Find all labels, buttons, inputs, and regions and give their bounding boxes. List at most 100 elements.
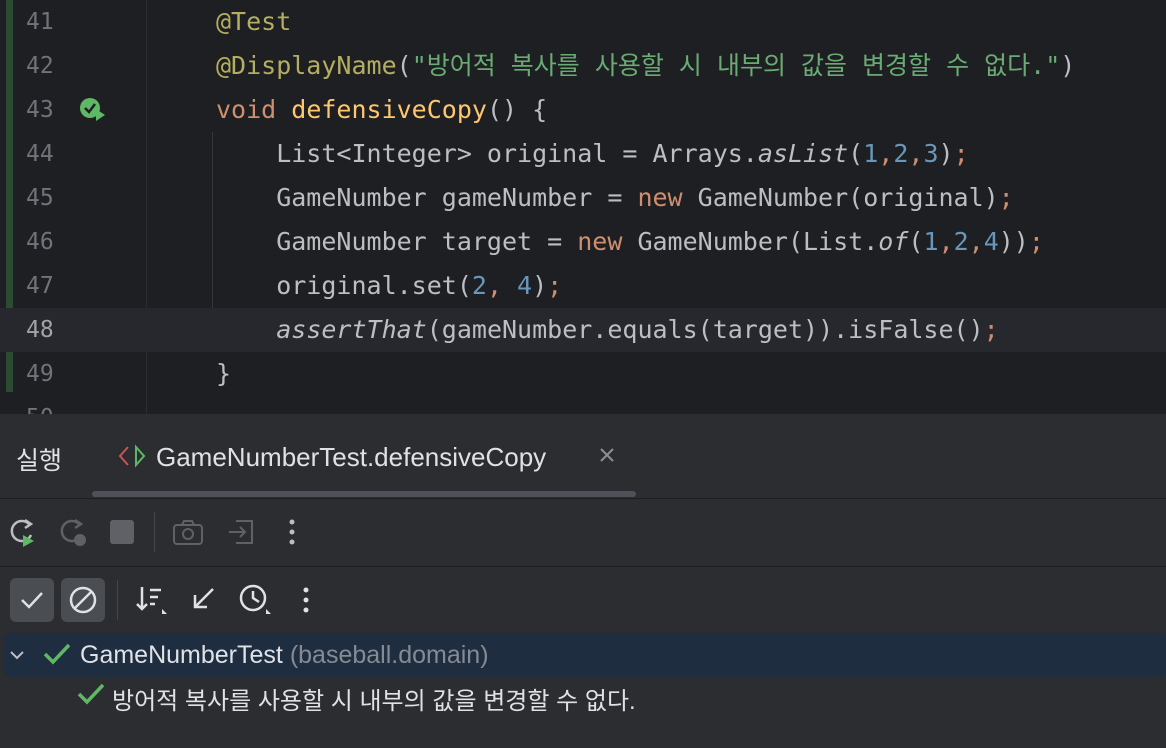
show-passed-toggle[interactable] <box>10 578 54 622</box>
code-token: ( <box>848 139 864 168</box>
code-line[interactable]: 47 original.set(2, 4); <box>0 264 1166 308</box>
tree-node-test-method[interactable]: 방어적 복사를 사용할 시 내부의 값을 변경할 수 없다. <box>0 673 1166 717</box>
code-line[interactable]: 45 GameNumber gameNumber = new GameNumbe… <box>0 176 1166 220</box>
code-token: ) <box>938 139 954 168</box>
line-number[interactable]: 49 <box>26 352 76 396</box>
code-token: 4 <box>983 227 999 256</box>
run-tab-bar: 실행 GameNumberTest.defensiveCopy <box>0 414 1166 499</box>
code-text[interactable]: GameNumber target = new GameNumber(List.… <box>216 220 1044 264</box>
code-token: ( <box>908 227 924 256</box>
code-token: ; <box>983 315 999 344</box>
clock-icon <box>239 584 271 614</box>
code-line[interactable]: 48 assertThat(gameNumber.equals(target))… <box>0 308 1166 352</box>
code-token: 2 <box>953 227 969 256</box>
code-line[interactable]: 43 void defensiveCopy() { <box>0 88 1166 132</box>
run-toolbar <box>0 498 1166 567</box>
test-class-label: GameNumberTest (baseball.domain) <box>80 641 489 670</box>
code-line[interactable]: 50 <box>0 396 1166 414</box>
code-line[interactable]: 44 List<Integer> original = Arrays.asLis… <box>0 132 1166 176</box>
code-token: , <box>908 139 924 168</box>
camera-icon <box>173 520 203 545</box>
code-text[interactable]: GameNumber gameNumber = new GameNumber(o… <box>216 176 1014 220</box>
code-token: , <box>486 271 518 300</box>
code-token: 1 <box>863 139 879 168</box>
test-passed-icon <box>77 683 105 705</box>
run-panel-title: 실행 <box>16 447 63 475</box>
line-number[interactable]: 47 <box>26 264 76 308</box>
run-tool-window: 실행 GameNumberTest.defensiveCopy GameNumb… <box>0 414 1166 748</box>
code-token: ; <box>547 271 563 300</box>
sort-button[interactable] <box>131 580 171 620</box>
code-token: defensiveCopy <box>291 95 487 124</box>
code-editor[interactable]: 41 @Test 42 @DisplayName("방어적 복사를 사용할 시 내부의… <box>0 0 1166 414</box>
code-token: "방어적 복사를 사용할 시 내부의 값을 변경할 수 없다." <box>411 51 1061 80</box>
check-icon <box>21 592 43 609</box>
code-text[interactable]: @DisplayName("방어적 복사를 사용할 시 내부의 값을 변경할 수… <box>216 44 1075 88</box>
code-text[interactable]: } <box>216 352 231 396</box>
rerun-failed-button[interactable] <box>52 512 92 552</box>
code-text[interactable]: @Test <box>216 0 291 44</box>
line-number[interactable]: 45 <box>26 176 76 220</box>
code-token: new <box>577 227 623 256</box>
code-line[interactable]: 42 @DisplayName("방어적 복사를 사용할 시 내부의 값을 변경할… <box>0 44 1166 88</box>
code-line[interactable]: 46 GameNumber target = new GameNumber(Li… <box>0 220 1166 264</box>
toolbar-separator <box>117 580 118 620</box>
code-token: 4 <box>517 271 533 300</box>
code-token: )) <box>998 227 1029 256</box>
code-text[interactable]: void defensiveCopy() { <box>216 88 547 132</box>
rerun-button[interactable] <box>2 512 42 552</box>
code-text[interactable]: assertThat(gameNumber.equals(target)).is… <box>216 308 999 352</box>
line-number[interactable]: 41 <box>26 0 76 44</box>
code-line[interactable]: 49} <box>0 352 1166 396</box>
code-token: List<Integer> original = Arrays. <box>216 139 758 168</box>
tree-node-test-class[interactable]: GameNumberTest (baseball.domain) <box>4 633 1166 677</box>
test-package-name: (baseball.domain) <box>289 641 489 669</box>
tab-scrollbar[interactable] <box>92 491 636 497</box>
code-token: of <box>878 227 909 256</box>
stop-button[interactable] <box>102 512 142 552</box>
more-vertical-icon <box>289 519 295 545</box>
line-number[interactable]: 46 <box>26 220 76 264</box>
code-token: , <box>878 139 894 168</box>
line-number[interactable]: 43 <box>26 88 76 132</box>
code-text[interactable]: List<Integer> original = Arrays.asList(1… <box>216 132 968 176</box>
code-line[interactable]: 41 @Test <box>0 0 1166 44</box>
more-options-button[interactable] <box>272 512 312 552</box>
code-token: new <box>637 183 683 212</box>
more-vertical-icon <box>303 587 309 613</box>
code-token: ) <box>1060 51 1076 80</box>
rerun-failed-icon <box>60 518 86 546</box>
chevron-down-icon[interactable] <box>8 646 26 664</box>
export-button[interactable] <box>221 512 261 552</box>
code-token: ; <box>1028 227 1044 256</box>
code-token: 1 <box>923 227 939 256</box>
code-token: GameNumber target = <box>216 227 578 256</box>
code-token: asList <box>757 139 849 168</box>
code-token: () { <box>486 95 548 124</box>
code-token: GameNumber(List. <box>622 227 879 256</box>
test-history-button[interactable] <box>235 580 275 620</box>
test-passed-icon <box>43 643 71 665</box>
test-run-icon <box>118 444 146 468</box>
line-number[interactable]: 50 <box>26 396 76 414</box>
more-options-button[interactable] <box>286 580 326 620</box>
line-number[interactable]: 42 <box>26 44 76 88</box>
run-test-gutter-icon[interactable] <box>79 97 107 123</box>
line-number[interactable]: 48 <box>26 308 76 352</box>
run-tab-label: GameNumberTest.defensiveCopy <box>156 442 547 472</box>
import-tests-button[interactable] <box>182 580 222 620</box>
close-icon[interactable] <box>596 444 618 466</box>
line-number[interactable]: 44 <box>26 132 76 176</box>
stop-icon <box>110 520 134 544</box>
show-ignored-toggle[interactable] <box>61 578 105 622</box>
test-method-label: 방어적 복사를 사용할 시 내부의 값을 변경할 수 없다. <box>112 688 636 715</box>
code-token: GameNumber(original) <box>682 183 999 212</box>
screenshot-button[interactable] <box>168 512 208 552</box>
code-token: ( <box>396 51 412 80</box>
code-token: void <box>216 95 292 124</box>
code-text[interactable]: original.set(2, 4); <box>216 264 562 308</box>
rerun-icon <box>10 518 34 547</box>
toolbar-separator <box>154 512 155 552</box>
code-token: GameNumber gameNumber = <box>216 183 638 212</box>
